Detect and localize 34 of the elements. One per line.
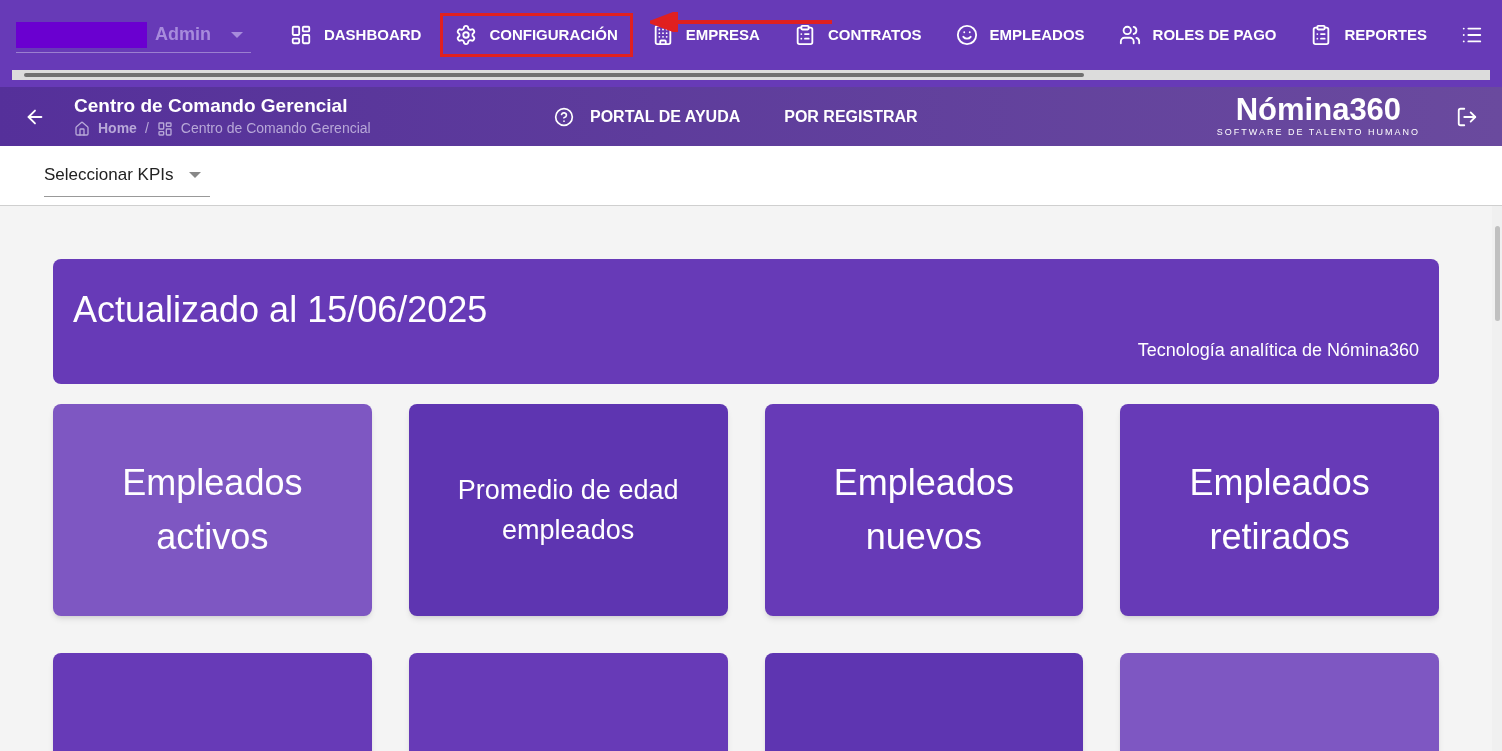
page-title: Centro de Comando Gerencial <box>74 94 349 118</box>
kpi-card[interactable]: Promedio de edad empleados <box>408 404 728 616</box>
breadcrumb-current: Centro de Comando Gerencial <box>180 119 371 138</box>
nav-item[interactable]: EMPLEADOS <box>940 13 1100 57</box>
kpi-card[interactable]: Empleados activos <box>53 404 372 616</box>
kpi-card[interactable]: Empleados nuevos <box>764 404 1084 616</box>
breadcrumb-link[interactable]: Home <box>98 118 137 139</box>
vertical-scrollbar[interactable] <box>1492 206 1502 751</box>
kpi-card[interactable]: Empleados retirados <box>1120 404 1439 616</box>
nav-item[interactable]: CONFIGURACIÓN <box>440 13 633 57</box>
breadcrumb-separator: / <box>144 119 149 138</box>
help-icon <box>554 106 574 127</box>
dashboard-icon <box>156 120 173 137</box>
dropdown-caret-icon <box>230 31 243 38</box>
dropdown-caret-icon <box>189 172 202 178</box>
nav-icon <box>1118 24 1141 46</box>
nav-item[interactable]: EMPRESA <box>636 13 775 57</box>
nav-icon <box>955 24 978 46</box>
logo-text: Nómina360 <box>1235 93 1402 126</box>
nav-item[interactable]: CONTRATOS <box>778 13 937 57</box>
nav-icon <box>289 24 312 46</box>
header-link[interactable]: PORTAL DE AYUDA <box>554 104 741 129</box>
nav-item[interactable]: ROLES DE PAGO <box>1103 13 1292 57</box>
horizontal-scrollbar[interactable] <box>12 70 1490 80</box>
home-icon <box>74 120 90 137</box>
banner-title: Actualizado al 15/06/2025 <box>73 288 489 332</box>
nav-icon <box>455 24 478 46</box>
nav-item[interactable]: DASHBOARD <box>274 13 437 57</box>
kpi-select[interactable]: Seleccionar KPIs <box>44 154 210 197</box>
banner-subtitle: Tecnología analítica de Nómina360 <box>1137 339 1419 362</box>
nav-item[interactable]: REPORTES <box>1295 13 1442 57</box>
logo-tagline: SOFTWARE DE TALENTO HUMANO <box>1216 125 1420 139</box>
header-link[interactable]: POR REGISTRAR <box>784 104 918 129</box>
logout-icon[interactable] <box>1456 105 1478 128</box>
